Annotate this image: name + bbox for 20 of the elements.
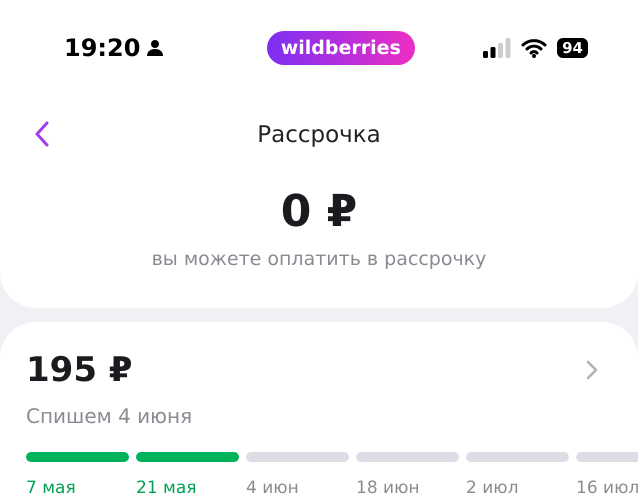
back-button[interactable] [34,120,50,148]
payment-date: 2 июл [466,478,520,498]
status-time: 19:20 [64,34,140,62]
payment-caption: Спишем 4 июня [26,404,194,428]
person-icon [146,39,164,57]
page-title: Рассрочка [257,122,381,148]
app-logo: wildberries [266,31,415,65]
available-amount: 0 ₽ [280,190,358,234]
wifi-icon [521,38,548,58]
available-caption: вы можете оплатить в рассрочку [150,248,488,270]
battery-level: 94 [557,38,588,58]
payment-date: 21 мая [136,478,198,498]
payment-amount: 195 ₽ [26,350,132,390]
chevron-right-icon [586,360,598,380]
payment-date: 18 июн [356,478,421,498]
payment-date: 16 июл [576,478,638,498]
payment-date: 7 мая [26,478,77,498]
signal-icon [483,38,512,58]
payment-date: 4 июн [246,478,300,498]
payment-card[interactable]: 195 ₽ Спишем 4 июня 7 мая 21 мая 4 июн 18 июн 2 июл 16 июл [0,322,638,500]
